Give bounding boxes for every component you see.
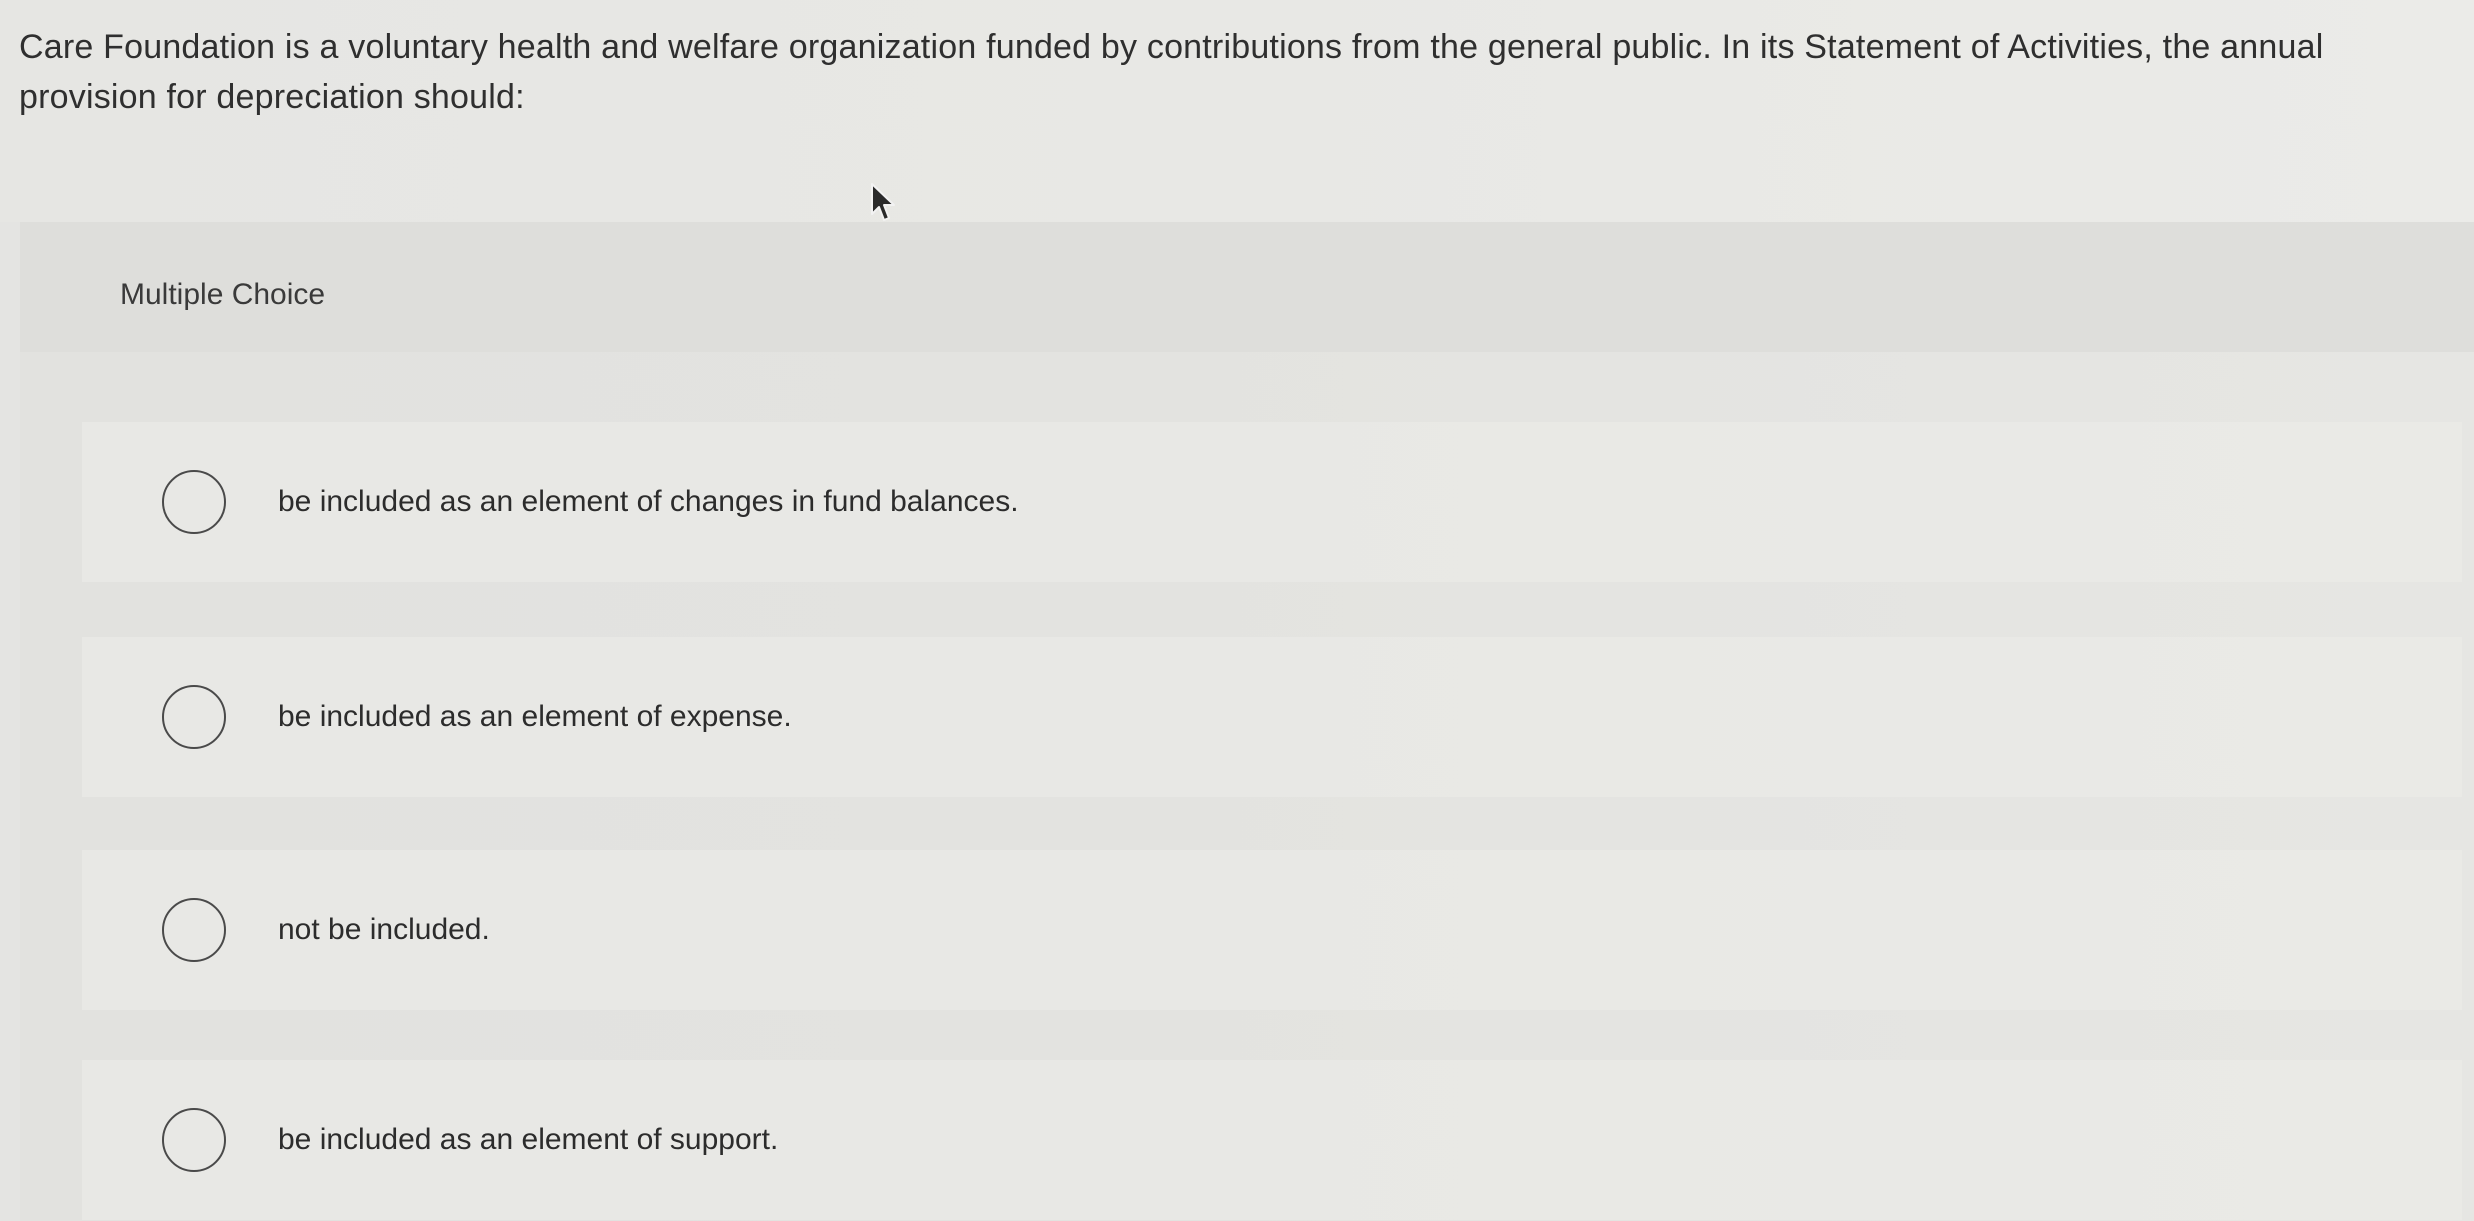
- answer-option-4[interactable]: be included as an element of support.: [82, 1060, 2462, 1220]
- question-text: Care Foundation is a voluntary health an…: [19, 28, 2324, 116]
- radio-button-empty-icon[interactable]: [162, 898, 226, 962]
- answer-option-label: be included as an element of changes in …: [278, 485, 1019, 518]
- question-area: Care Foundation is a voluntary health an…: [0, 0, 2474, 222]
- radio-button-empty-icon[interactable]: [162, 1108, 226, 1172]
- answer-option-label: be included as an element of expense.: [278, 700, 792, 733]
- multiple-choice-panel: Multiple Choice be included as an elemen…: [20, 222, 2474, 1221]
- answer-option-1[interactable]: be included as an element of changes in …: [82, 422, 2462, 582]
- answer-option-label: not be included.: [278, 913, 490, 946]
- multiple-choice-label: Multiple Choice: [120, 278, 326, 311]
- radio-button-empty-icon[interactable]: [162, 685, 226, 749]
- mouse-pointer-icon: [871, 183, 895, 221]
- answer-option-2[interactable]: be included as an element of expense.: [82, 637, 2462, 797]
- answer-option-label: be included as an element of support.: [278, 1123, 779, 1156]
- multiple-choice-header: Multiple Choice: [20, 222, 2474, 352]
- radio-button-empty-icon[interactable]: [162, 470, 226, 534]
- answer-option-3[interactable]: not be included.: [82, 850, 2462, 1010]
